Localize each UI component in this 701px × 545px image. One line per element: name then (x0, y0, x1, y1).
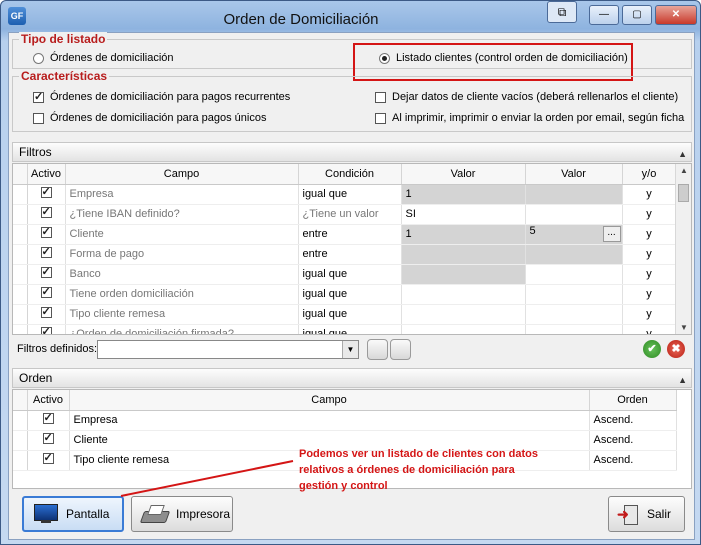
arrow-line (120, 460, 294, 497)
window: GF Orden de Domiciliación ⧉ — ▢ ✕ Tipo d… (0, 0, 701, 545)
annotation-arrow (120, 460, 294, 497)
